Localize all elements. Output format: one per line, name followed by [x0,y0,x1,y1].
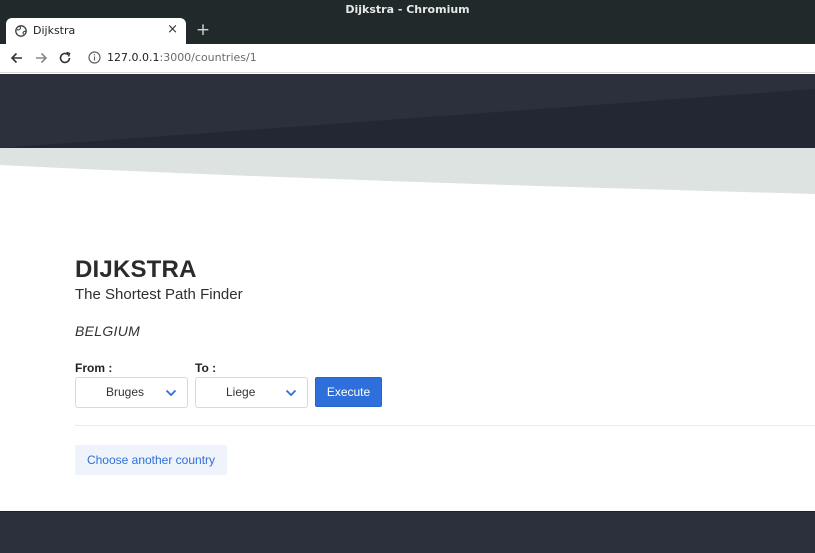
url-host: 127.0.0.1 [107,51,160,64]
arrow-right-icon[interactable] [32,49,50,67]
arrow-left-icon[interactable] [8,49,26,67]
page: DIJKSTRA The Shortest Path Finder BELGIU… [0,74,815,553]
main-content: DIJKSTRA The Shortest Path Finder BELGIU… [75,256,815,475]
plus-icon[interactable]: + [194,20,212,40]
tab-title: Dijkstra [33,24,76,37]
footer [0,511,815,553]
close-icon[interactable]: × [167,23,178,37]
globe-icon [15,25,27,37]
to-label: To : [195,361,217,375]
url-path: :3000/countries/1 [159,51,257,64]
divider [75,425,815,426]
to-select[interactable]: Liege [195,377,308,408]
to-field: To : Liege [195,361,308,408]
choose-another-country-button[interactable]: Choose another country [75,445,227,475]
from-field: From : Bruges [75,361,188,408]
country-name: BELGIUM [75,323,141,339]
window-title: Dijkstra - Chromium [345,3,470,16]
execute-button[interactable]: Execute [315,377,382,407]
address-bar[interactable]: 127.0.0.1:3000/countries/1 [107,51,257,64]
reload-icon[interactable] [56,49,74,67]
to-select-value: Liege [226,385,256,399]
info-icon[interactable] [88,51,101,64]
from-select[interactable]: Bruges [75,377,188,408]
hero-wave [0,148,815,194]
page-title: DIJKSTRA [75,256,197,283]
hero-banner [0,74,815,148]
chevron-down-icon [285,389,297,397]
from-select-value: Bruges [106,385,145,399]
page-subtitle: The Shortest Path Finder [75,286,243,303]
from-label: From : [75,361,113,375]
browser-tab[interactable]: Dijkstra × [6,18,186,44]
route-form: From : Bruges To : Liege Execute [75,361,475,408]
chevron-down-icon [165,389,177,397]
browser-toolbar: 127.0.0.1:3000/countries/1 [0,44,815,73]
window-titlebar: Dijkstra - Chromium Dijkstra × + [0,0,815,44]
